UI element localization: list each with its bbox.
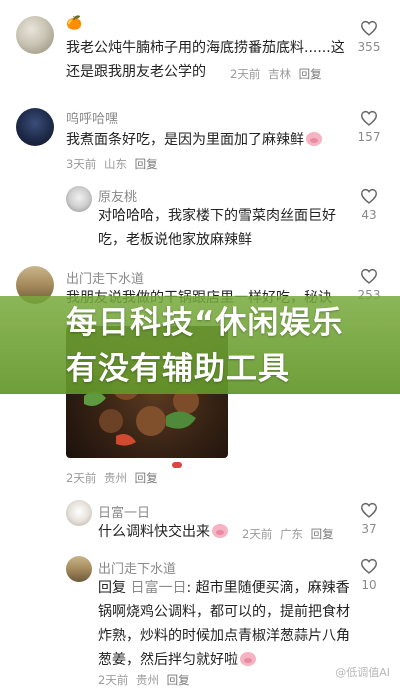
like-count: 43 xyxy=(361,208,377,222)
comment-text-content: 对哈哈哈，我家楼下的雪菜肉丝面巨好吃，老板说他家放麻辣鲜 xyxy=(98,208,336,248)
pig-emoji-icon xyxy=(212,524,228,538)
comment-meta: 3天前 山东 回复 xyxy=(66,156,162,172)
comment-text: 我煮面条好吃，是因为里面加了麻辣鲜 xyxy=(66,128,356,152)
heart-icon xyxy=(360,558,378,574)
avatar[interactable] xyxy=(16,108,54,146)
comment-time: 3天前 xyxy=(66,157,97,171)
comment-meta: 2天前 广东 回复 xyxy=(242,526,338,542)
comment-text: 回复 日富一日: 超市里随便买滴，麻辣香锅啊烧鸡公调料，都可以的，提前把食材炸熟… xyxy=(98,576,354,672)
comment-time: 2天前 xyxy=(98,673,129,687)
heart-icon xyxy=(360,110,378,126)
comment-text: 对哈哈哈，我家楼下的雪菜肉丝面巨好吃，老板说他家放麻辣鲜 xyxy=(98,204,354,252)
like-button[interactable]: 355 xyxy=(352,20,386,54)
comment-username[interactable]: 原友桃 xyxy=(98,186,137,205)
heart-icon xyxy=(360,20,378,36)
reply-button[interactable]: 回复 xyxy=(135,157,158,171)
comment-meta: 2天前 贵州 回复 xyxy=(98,672,194,688)
comment-meta: 2天前 吉林 回复 xyxy=(230,66,326,82)
comment-location: 贵州 xyxy=(135,673,159,687)
reply-button[interactable]: 回复 xyxy=(167,673,190,687)
reply-button[interactable]: 回复 xyxy=(299,67,322,81)
comment-location: 山东 xyxy=(103,157,127,171)
avatar[interactable] xyxy=(66,186,92,212)
comment-text-content: 什么调料快交出来 xyxy=(98,524,210,540)
comment-username[interactable]: 日富一日 xyxy=(98,502,150,521)
like-count: 157 xyxy=(357,130,381,144)
heart-icon xyxy=(360,188,378,204)
comment-username[interactable]: 🍊 xyxy=(66,16,82,31)
comment-location: 吉林 xyxy=(267,67,291,81)
avatar[interactable] xyxy=(66,556,92,582)
like-count: 10 xyxy=(361,578,377,592)
like-button[interactable]: 157 xyxy=(352,110,386,144)
comment-time: 2天前 xyxy=(242,527,273,541)
comment-username[interactable]: 呜呼哈嘿 xyxy=(66,108,118,127)
comment-time: 2天前 xyxy=(230,67,261,81)
like-count: 37 xyxy=(361,522,377,536)
heart-icon xyxy=(360,502,378,518)
image-indicator xyxy=(172,462,182,468)
comment-location: 广东 xyxy=(279,527,303,541)
like-button[interactable]: 43 xyxy=(352,188,386,222)
pig-emoji-icon xyxy=(306,132,322,146)
like-button[interactable]: 10 xyxy=(352,558,386,592)
comment-text-content: 我煮面条好吃，是因为里面加了麻辣鲜 xyxy=(66,132,304,148)
reply-button[interactable]: 回复 xyxy=(135,471,158,485)
comment-username[interactable]: 出门走下水道 xyxy=(66,268,144,287)
like-count: 355 xyxy=(357,40,381,54)
heart-icon xyxy=(360,268,378,284)
pig-emoji-icon xyxy=(240,652,256,666)
reply-prefix: 回复 xyxy=(98,580,126,596)
comment-location: 贵州 xyxy=(103,471,127,485)
watermark: @低调值AI xyxy=(335,666,390,679)
reply-button[interactable]: 回复 xyxy=(311,527,334,541)
like-button[interactable]: 37 xyxy=(352,502,386,536)
comment-time: 2天前 xyxy=(66,471,97,485)
comment-username[interactable]: 出门走下水道 xyxy=(98,558,176,577)
avatar[interactable] xyxy=(16,16,54,54)
banner-title: 每日科技“休闲娱乐有没有辅助工具 xyxy=(66,305,344,387)
comment-text: 什么调料快交出来 xyxy=(98,520,238,544)
avatar[interactable] xyxy=(66,500,92,526)
mention-link[interactable]: 日富一日 xyxy=(130,580,186,596)
comment-meta: 2天前 贵州 回复 xyxy=(66,470,162,486)
